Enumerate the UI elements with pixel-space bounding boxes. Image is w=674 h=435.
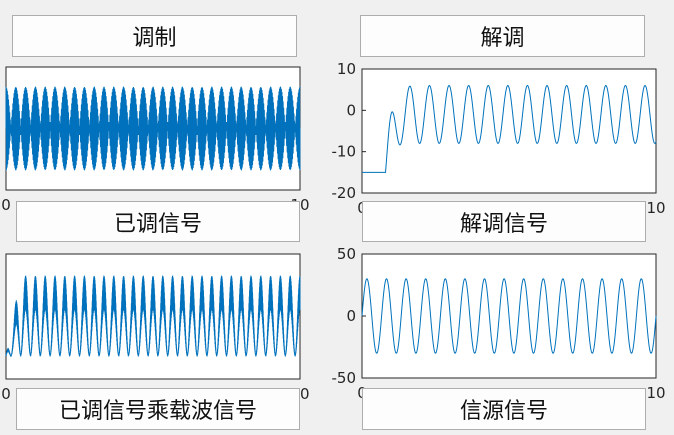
modulated-signal-plot: 0 10 bbox=[1, 66, 310, 214]
modulated-times-carrier-plot: 0 10 bbox=[1, 253, 310, 403]
y-tick-label: 10 bbox=[337, 60, 356, 78]
demodulated-signal-button[interactable]: 解调信号 bbox=[362, 201, 646, 242]
y-tick-label: -50 bbox=[332, 369, 357, 387]
demodulated-signal-plot: 010-20-10010 bbox=[332, 60, 666, 217]
source-signal-button[interactable]: 信源信号 bbox=[362, 388, 646, 430]
modulated-signal-button[interactable]: 已调信号 bbox=[16, 201, 300, 242]
x-tick-label: 10 bbox=[646, 384, 665, 402]
y-tick-label: -20 bbox=[332, 184, 357, 202]
demodulate-button[interactable]: 解调 bbox=[360, 15, 645, 57]
axes-box bbox=[5, 253, 301, 380]
y-tick-label: 0 bbox=[346, 307, 356, 325]
x-tick-label: 10 bbox=[646, 199, 665, 217]
y-tick-label: -10 bbox=[332, 143, 357, 161]
modulated-times-carrier-button[interactable]: 已调信号乘载波信号 bbox=[16, 388, 300, 430]
y-tick-label: 0 bbox=[346, 101, 356, 119]
x-tick-label: 0 bbox=[1, 385, 11, 403]
x-tick-label: 0 bbox=[1, 196, 11, 214]
modulate-button[interactable]: 调制 bbox=[12, 15, 297, 57]
y-tick-label: 50 bbox=[337, 245, 356, 263]
source-signal-plot: 010-50050 bbox=[332, 245, 666, 402]
